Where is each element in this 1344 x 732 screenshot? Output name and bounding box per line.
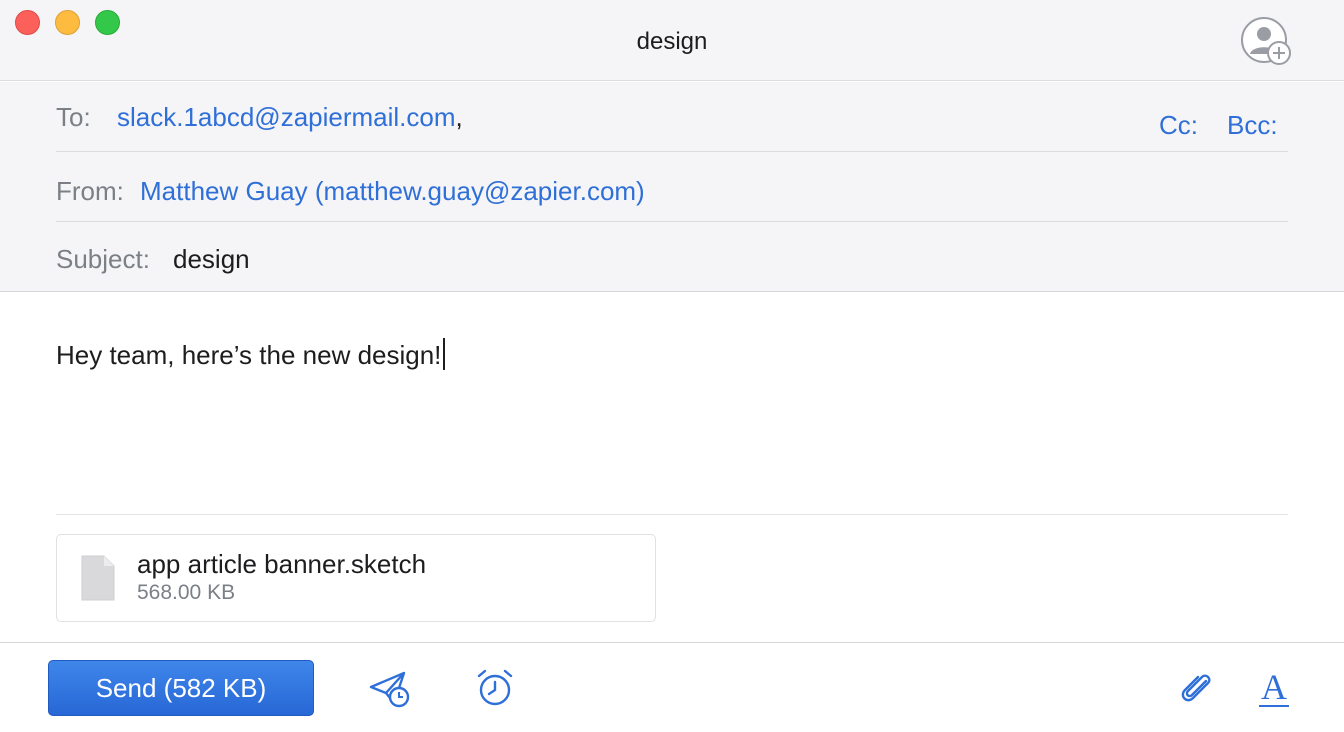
compose-window: design To: slack.1abcd@zapiermail.com, C… xyxy=(0,0,1344,732)
format-underline xyxy=(1259,705,1289,707)
subject-label: Subject: xyxy=(56,244,150,274)
from-label: From: xyxy=(56,176,124,206)
send-button[interactable]: Send (582 KB) xyxy=(48,660,314,716)
message-body[interactable]: Hey team, here’s the new design! xyxy=(56,338,446,371)
bcc-button[interactable]: Bcc: xyxy=(1227,110,1278,141)
paperclip-icon[interactable] xyxy=(1180,669,1214,707)
send-later-icon[interactable] xyxy=(368,669,412,709)
format-text-glyph: A xyxy=(1261,667,1287,707)
attachment-card[interactable]: app article banner.sketch 568.00 KB xyxy=(56,534,656,622)
cc-button[interactable]: Cc: xyxy=(1159,110,1198,141)
from-account-select[interactable]: Matthew Guay (matthew.guay@zapier.com) xyxy=(140,176,645,207)
message-headers: To: slack.1abcd@zapiermail.com, Cc: Bcc:… xyxy=(0,82,1344,292)
to-row: To: slack.1abcd@zapiermail.com, Cc: Bcc: xyxy=(56,82,1288,152)
attachment-name: app article banner.sketch xyxy=(137,549,427,579)
to-recipient-address: slack.1abcd@zapiermail.com xyxy=(117,102,456,132)
add-contact-icon xyxy=(1241,17,1291,65)
subject-input[interactable]: design xyxy=(173,244,250,275)
text-caret xyxy=(443,338,446,370)
subject-row: Subject: design xyxy=(56,222,1288,292)
window-title: design xyxy=(636,28,708,55)
attachment-divider xyxy=(56,514,1288,515)
to-recipient[interactable]: slack.1abcd@zapiermail.com, xyxy=(117,102,463,133)
format-text-icon[interactable]: A xyxy=(1256,667,1292,711)
to-label: To: xyxy=(56,102,91,132)
from-row: From: Matthew Guay (matthew.guay@zapier.… xyxy=(56,152,1288,222)
recipient-separator: , xyxy=(455,102,463,132)
attachment-size: 568.00 KB xyxy=(137,581,236,604)
document-icon xyxy=(81,555,115,601)
message-body-text: Hey team, here’s the new design! xyxy=(56,340,442,370)
title-bar: design xyxy=(0,0,1344,81)
compose-toolbar: Send (582 KB) A xyxy=(0,642,1344,732)
reminder-alarm-icon[interactable] xyxy=(475,667,515,709)
add-contact-button[interactable] xyxy=(1240,16,1294,68)
